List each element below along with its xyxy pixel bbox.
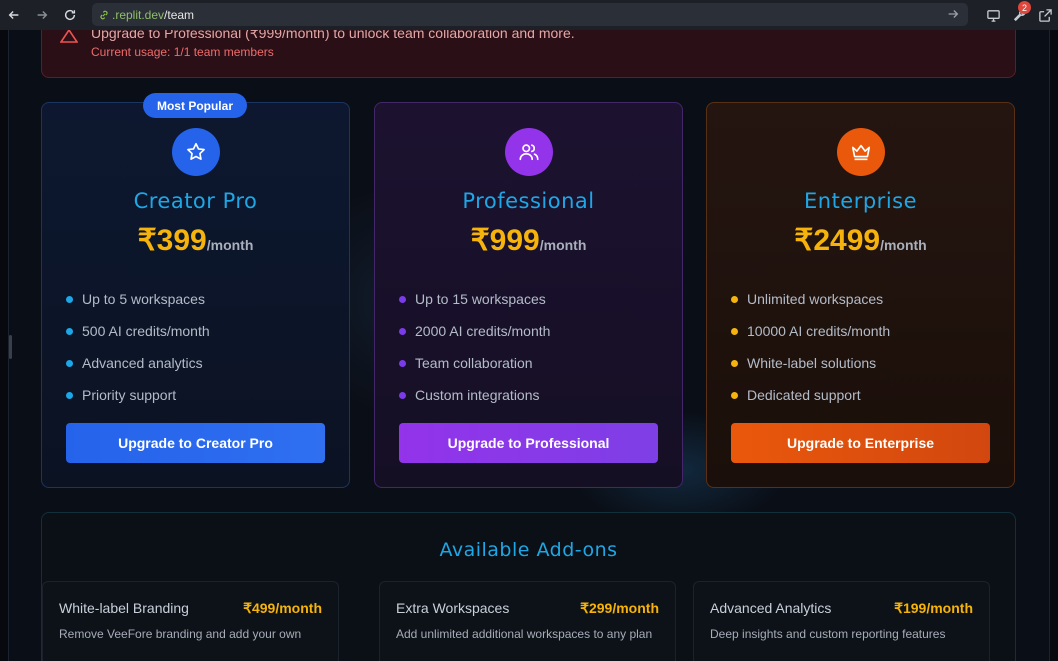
feature-text: 2000 AI credits/month xyxy=(415,323,551,339)
plan-name: Enterprise xyxy=(803,189,918,213)
upgrade-professional-button[interactable]: Upgrade to Professional xyxy=(399,423,658,463)
addon-price: ₹199/month xyxy=(894,600,973,616)
bullet-dot xyxy=(731,359,738,367)
bullet-dot xyxy=(66,359,73,367)
back-arrow-icon[interactable] xyxy=(0,0,28,30)
forward-arrow-icon[interactable] xyxy=(28,0,56,30)
addon-description: Deep insights and custom reporting featu… xyxy=(710,627,946,641)
feature-text: Up to 5 workspaces xyxy=(82,291,205,307)
address-bar[interactable]: .replit.dev/team xyxy=(92,3,968,26)
plan-card-professional: Professional ₹999/month Up to 15 workspa… xyxy=(374,102,683,488)
feature-item: 10000 AI credits/month xyxy=(731,315,890,347)
feature-list: Up to 5 workspaces 500 AI credits/month … xyxy=(66,283,210,411)
feature-text: Team collaboration xyxy=(415,355,533,371)
feature-item: Up to 5 workspaces xyxy=(66,283,210,315)
link-icon xyxy=(98,9,110,21)
browser-toolbar: .replit.dev/team 2 xyxy=(0,0,1058,30)
bullet-dot xyxy=(399,327,406,335)
addons-title: Available Add-ons xyxy=(439,539,618,561)
feature-item: 2000 AI credits/month xyxy=(399,315,550,347)
feature-item: White-label solutions xyxy=(731,347,890,379)
feature-item: Custom integrations xyxy=(399,379,550,411)
upgrade-creator-pro-button[interactable]: Upgrade to Creator Pro xyxy=(66,423,325,463)
price-period: /month xyxy=(206,237,254,253)
url-path: /team xyxy=(164,7,195,22)
warning-triangle-icon xyxy=(59,30,79,43)
bullet-dot xyxy=(66,327,73,335)
bullet-dot xyxy=(731,327,738,335)
plan-name: Creator Pro xyxy=(133,189,258,213)
feature-text: 500 AI credits/month xyxy=(82,323,210,339)
upgrade-alert: Upgrade to Professional (₹999/month) to … xyxy=(41,30,1016,78)
addon-price: ₹299/month xyxy=(580,600,659,616)
feature-text: Unlimited workspaces xyxy=(747,291,884,307)
alert-title: Upgrade to Professional (₹999/month) to … xyxy=(91,30,575,41)
feature-text: Advanced analytics xyxy=(82,355,203,371)
upgrade-enterprise-button[interactable]: Upgrade to Enterprise xyxy=(731,423,990,463)
addon-card-advanced-analytics[interactable]: Advanced Analytics ₹199/month Deep insig… xyxy=(693,581,990,661)
resize-handle[interactable] xyxy=(9,335,12,359)
addon-name: Advanced Analytics xyxy=(710,600,832,616)
monitor-icon[interactable] xyxy=(980,0,1006,30)
addon-name: White-label Branding xyxy=(59,600,189,616)
star-icon xyxy=(172,128,220,176)
addon-description: Add unlimited additional workspaces to a… xyxy=(396,627,653,641)
addon-description: Remove VeeFore branding and add your own xyxy=(59,627,302,641)
bullet-dot xyxy=(66,391,73,399)
feature-item: Up to 15 workspaces xyxy=(399,283,550,315)
url-host: .replit.dev xyxy=(112,7,165,22)
page-viewport: Upgrade to Professional (₹999/month) to … xyxy=(8,30,1050,661)
price-amount: ₹999 xyxy=(470,224,540,257)
plan-price: ₹399/month xyxy=(42,223,349,258)
feature-item: Unlimited workspaces xyxy=(731,283,890,315)
bullet-dot xyxy=(731,295,738,303)
go-arrow-icon[interactable] xyxy=(946,7,960,21)
plan-name: Professional xyxy=(462,189,595,213)
external-link-icon[interactable] xyxy=(1032,0,1058,30)
feature-text: White-label solutions xyxy=(747,355,877,371)
feature-item: Advanced analytics xyxy=(66,347,210,379)
bullet-dot xyxy=(731,391,738,399)
most-popular-badge: Most Popular xyxy=(143,93,247,118)
plan-price: ₹999/month xyxy=(375,223,682,258)
crown-icon xyxy=(837,128,885,176)
bullet-dot xyxy=(399,359,406,367)
plan-price: ₹2499/month xyxy=(707,223,1014,258)
plan-card-enterprise: Enterprise ₹2499/month Unlimited workspa… xyxy=(706,102,1015,488)
feature-text: Custom integrations xyxy=(415,387,540,403)
addon-price: ₹499/month xyxy=(243,600,322,616)
addon-card-white-label-branding[interactable]: White-label Branding ₹499/month Remove V… xyxy=(42,581,339,661)
addon-name: Extra Workspaces xyxy=(396,600,510,616)
alert-usage: Current usage: 1/1 team members xyxy=(91,45,274,59)
price-amount: ₹2499 xyxy=(794,224,881,257)
feature-text: Dedicated support xyxy=(747,387,861,403)
addons-section: Available Add-ons Extra Workspaces ₹299/… xyxy=(41,512,1016,661)
feature-item: Team collaboration xyxy=(399,347,550,379)
feature-text: Up to 15 workspaces xyxy=(415,291,546,307)
price-period: /month xyxy=(880,237,927,253)
feature-list: Up to 15 workspaces 2000 AI credits/mont… xyxy=(399,283,550,411)
users-icon xyxy=(505,128,553,176)
extension-badge: 2 xyxy=(1018,1,1031,14)
price-amount: ₹399 xyxy=(137,224,207,257)
feature-item: Dedicated support xyxy=(731,379,890,411)
wrench-icon[interactable]: 2 xyxy=(1006,0,1032,30)
feature-item: Priority support xyxy=(66,379,210,411)
feature-list: Unlimited workspaces 10000 AI credits/mo… xyxy=(731,283,890,411)
bullet-dot xyxy=(66,295,73,303)
price-period: /month xyxy=(539,237,587,253)
feature-text: Priority support xyxy=(82,387,177,403)
bullet-dot xyxy=(399,391,406,399)
plan-card-creator-pro: Most Popular Creator Pro ₹399/month Up t… xyxy=(41,93,350,488)
feature-text: 10000 AI credits/month xyxy=(747,323,891,339)
feature-item: 500 AI credits/month xyxy=(66,315,210,347)
addon-card-extra-workspaces[interactable]: Extra Workspaces ₹299/month Add unlimite… xyxy=(379,581,676,661)
reload-icon[interactable] xyxy=(56,0,84,30)
bullet-dot xyxy=(399,295,406,303)
